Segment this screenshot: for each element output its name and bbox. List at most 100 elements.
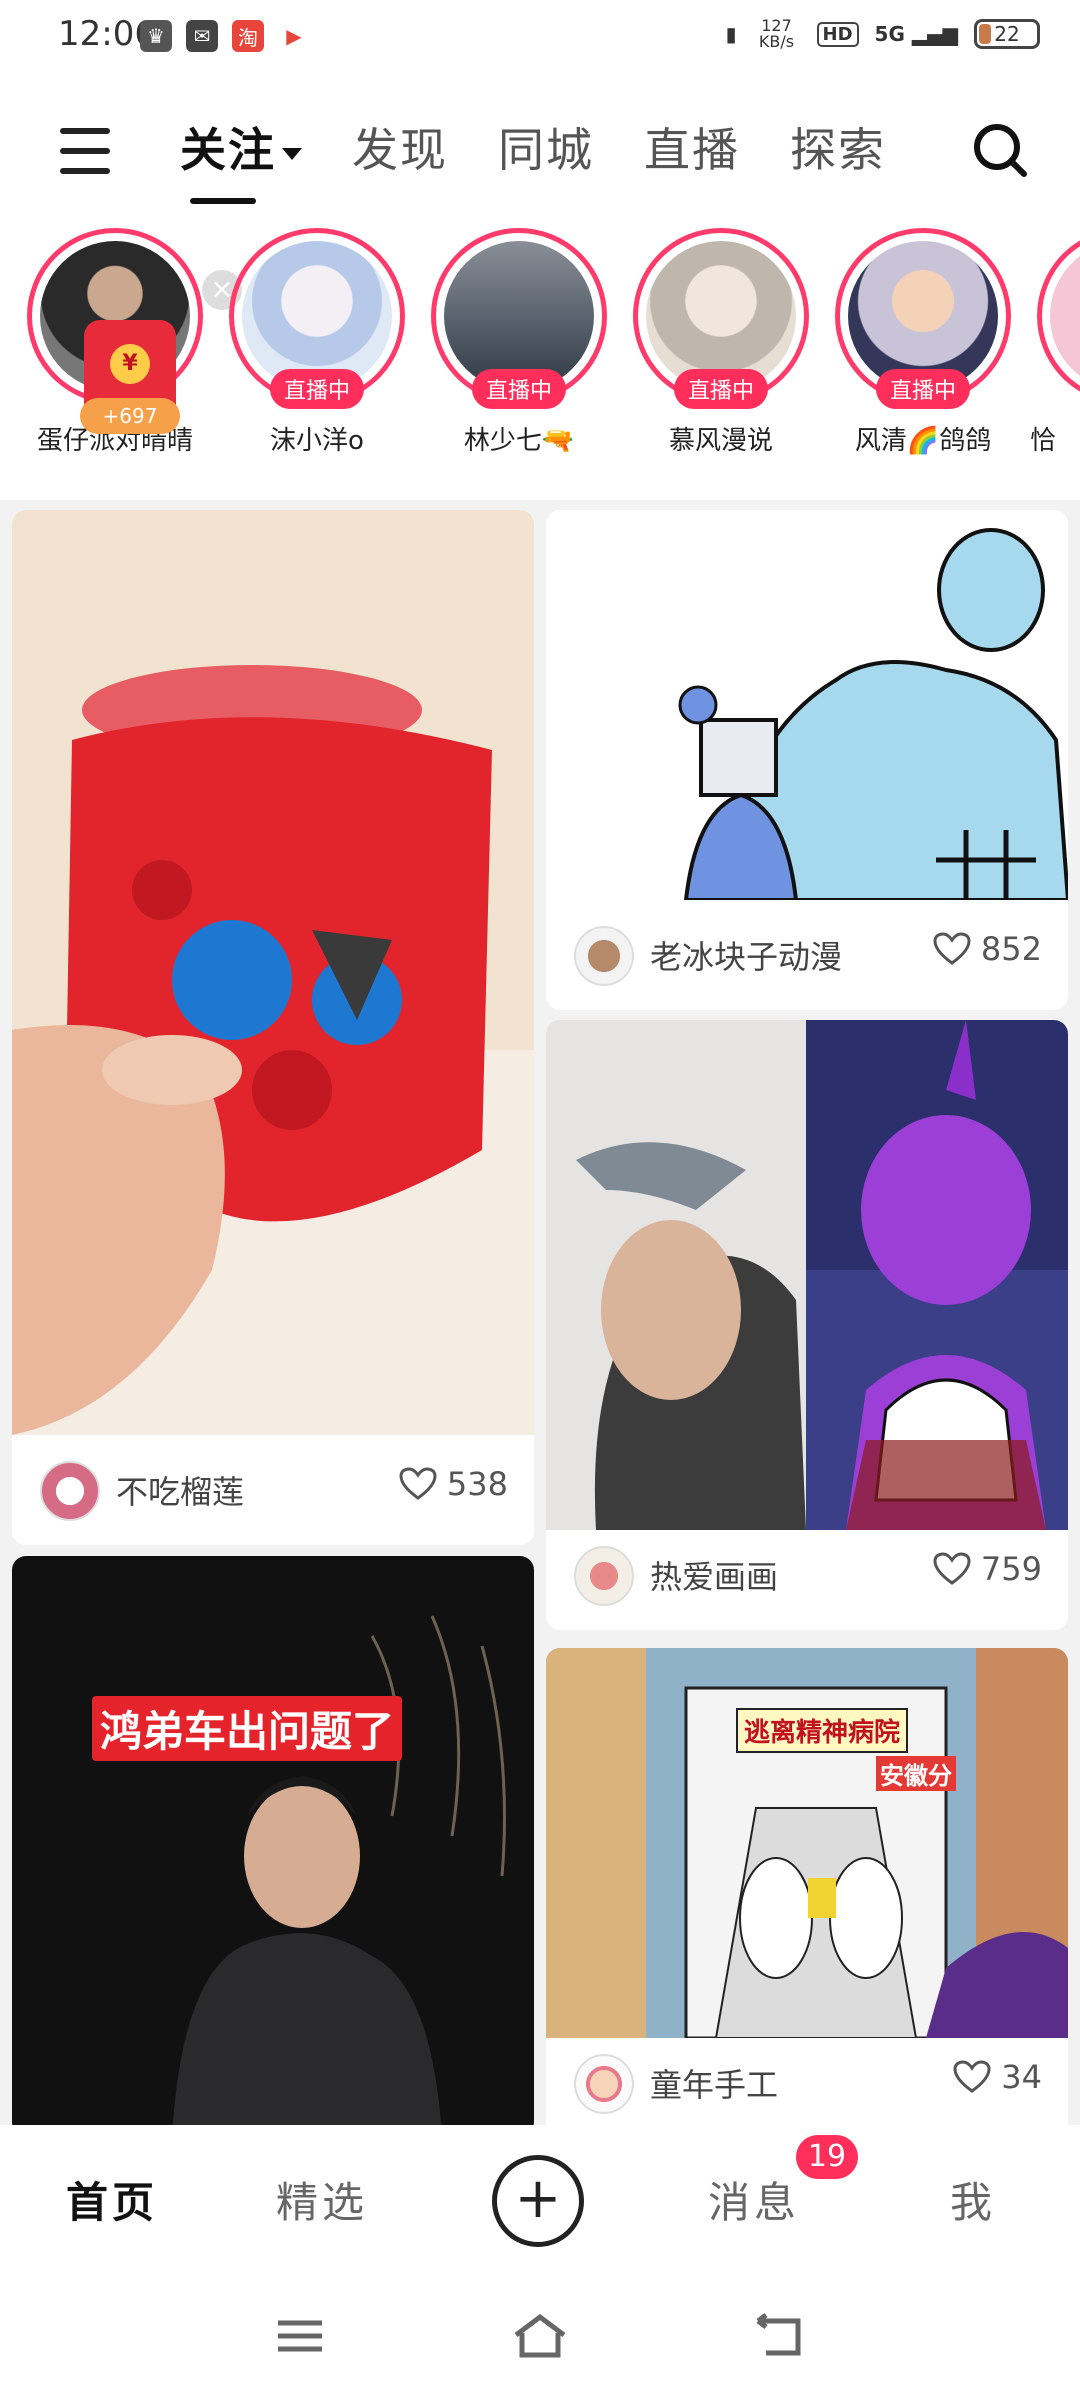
vibrate-icon: ▮ (725, 22, 737, 46)
like-count[interactable]: 852 (933, 930, 1042, 968)
card-meta: 不吃榴莲 538 (12, 1435, 534, 1545)
story-item[interactable]: 恰 (1030, 228, 1080, 457)
story-name: 风清🌈鸽鸽 (854, 426, 992, 456)
tab-live[interactable]: 直播 (644, 118, 740, 198)
top-nav: 关注 发现 同城 直播 探索 (0, 100, 1080, 210)
heart-icon (399, 1467, 437, 1500)
author-avatar[interactable] (574, 2054, 634, 2114)
app-icon: ▶ (278, 20, 310, 52)
story-name: 林少七🔫 (463, 426, 575, 456)
story-item[interactable]: 直播中 风清🌈鸽鸽 (828, 228, 1018, 457)
status-right: ▮ 127 KB/s HD 5G ▂▄▆ 22 (726, 18, 1040, 50)
tab-featured[interactable]: 精选 (276, 2169, 368, 2230)
story-avatar-ring: 直播中 (633, 228, 809, 409)
feed-card[interactable]: 老冰块子动漫 852 (546, 510, 1068, 1010)
like-count-value: 852 (980, 930, 1042, 968)
feed-card[interactable]: 热爱画画 759 (546, 1020, 1068, 1630)
author-avatar[interactable] (574, 926, 634, 986)
menu-icon[interactable] (60, 128, 110, 174)
tab-discover[interactable]: 发现 (352, 118, 448, 198)
video-thumbnail (12, 510, 534, 1435)
live-badge: 直播中 (471, 369, 567, 409)
story-name: 沫小洋o (270, 426, 364, 456)
story-avatar-ring: 直播中 (431, 228, 607, 409)
bottom-nav: 首页 精选 + 消息 19 我 (0, 2125, 1080, 2275)
story-avatar-ring (1037, 228, 1080, 404)
author-name[interactable]: 不吃榴莲 (116, 1467, 244, 1513)
yuan-coin-icon: ¥ (110, 344, 150, 384)
author-name[interactable]: 老冰块子动漫 (650, 932, 842, 978)
story-avatar-ring: 直播中 (835, 228, 1011, 409)
signal-icon: 5G ▂▄▆ (874, 22, 958, 46)
notification-icons: ♛ ✉ 淘 ▶ (140, 20, 310, 52)
tab-me[interactable]: 我 (950, 2169, 996, 2230)
video-caption: 鸿弟车出问题了 (92, 1696, 403, 1761)
tab-home[interactable]: 首页 (66, 2169, 158, 2230)
tab-explore[interactable]: 探索 (790, 118, 886, 198)
like-count[interactable]: 759 (933, 1550, 1042, 1588)
live-badge: 直播中 (269, 369, 365, 409)
tab-messages[interactable]: 消息 (708, 2169, 800, 2230)
like-count-value: 538 (446, 1465, 508, 1503)
like-count-value: 34 (1001, 2058, 1042, 2096)
caret-down-icon (282, 147, 302, 160)
tab-underline (190, 198, 256, 204)
card-meta: 童年手工 34 (546, 2028, 1068, 2125)
home-icon[interactable] (510, 2311, 570, 2361)
live-badge: 直播中 (875, 369, 971, 409)
video-subtitle: 安徽分 (876, 1756, 956, 1791)
battery-icon: 22 (974, 19, 1040, 49)
back-icon[interactable] (750, 2311, 810, 2361)
author-name[interactable]: 热爱画画 (650, 1552, 778, 1598)
like-count[interactable]: 34 (953, 2058, 1042, 2096)
messages-badge: 19 (796, 2135, 858, 2179)
story-item[interactable]: 直播中 慕风漫说 (626, 228, 816, 457)
story-name: 恰 (1030, 426, 1057, 456)
red-packet-amount: +697 (80, 398, 180, 434)
video-thumbnail: 逃离精神病院 安徽分 (546, 1648, 1068, 2038)
story-item[interactable]: 直播中 沫小洋o (222, 228, 412, 457)
system-nav-bar (0, 2275, 1080, 2400)
heart-icon (933, 1552, 971, 1585)
story-row: 蛋仔派对晴晴 × ¥ +697 直播中 沫小洋o 直播中 林少七🔫 直播中 慕风… (0, 228, 1080, 478)
video-title: 逃离精神病院 (736, 1708, 909, 1753)
tab-nearby[interactable]: 同城 (498, 118, 594, 198)
tab-following-label: 关注 (180, 123, 276, 177)
tab-following[interactable]: 关注 (180, 118, 302, 204)
card-meta: 热爱画画 759 (546, 1520, 1068, 1630)
battery-level: 22 (994, 22, 1020, 46)
feed-card[interactable]: 不吃榴莲 538 (12, 510, 534, 1545)
top-tabs: 关注 发现 同城 直播 探索 (180, 118, 886, 204)
like-count-value: 759 (980, 1550, 1042, 1588)
thumbnail-art (172, 1615, 506, 2125)
add-post-button[interactable]: + (492, 2155, 584, 2247)
heart-icon (933, 932, 971, 965)
video-thumbnail (546, 1020, 1068, 1530)
hd-badge: HD (816, 21, 859, 47)
thumbnail-art (546, 1648, 1068, 2038)
story-item[interactable]: 直播中 林少七🔫 (424, 228, 614, 457)
crown-icon: ♛ (140, 20, 172, 52)
author-name[interactable]: 童年手工 (650, 2060, 778, 2106)
taobao-icon: 淘 (232, 20, 264, 52)
recents-icon[interactable] (270, 2311, 330, 2361)
story-avatar-ring: 直播中 (229, 228, 405, 409)
avatar (1050, 241, 1080, 391)
signal-label: 5G (874, 22, 905, 46)
story-name: 慕风漫说 (668, 426, 773, 456)
search-icon[interactable] (970, 120, 1030, 180)
live-badge: 直播中 (673, 369, 769, 409)
feed-grid: 不吃榴莲 538 老冰块子动漫 852 热爱画画 759 鸿弟车出问题了 逃离精… (0, 500, 1080, 2125)
feed-card[interactable]: 鸿弟车出问题了 (12, 1556, 534, 2125)
author-avatar[interactable] (574, 1546, 634, 1606)
net-speed: 127 KB/s (758, 16, 795, 51)
video-thumbnail: 鸿弟车出问题了 (12, 1556, 534, 2125)
red-packet-icon[interactable]: ¥ +697 (80, 320, 180, 434)
feed-card[interactable]: 逃离精神病院 安徽分 童年手工 34 (546, 1648, 1068, 2125)
video-thumbnail (546, 510, 1068, 900)
mail-icon: ✉ (186, 20, 218, 52)
status-bar: 12:06 ♛ ✉ 淘 ▶ ▮ 127 KB/s HD 5G ▂▄▆ 22 (0, 0, 1080, 80)
card-meta: 老冰块子动漫 852 (546, 900, 1068, 1010)
like-count[interactable]: 538 (399, 1465, 508, 1503)
author-avatar[interactable] (40, 1461, 100, 1521)
